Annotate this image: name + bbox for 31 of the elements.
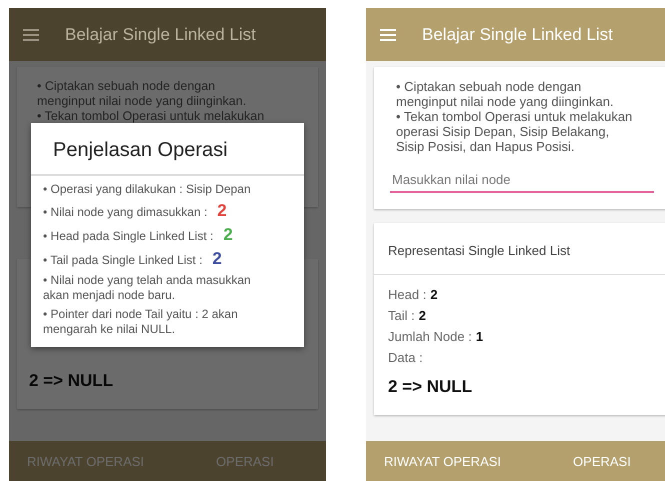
instruction-text: • Ciptakan sebuah node dengan menginput nilai node yang diinginkan. [395,79,615,109]
explanation-text: • Head pada Single Linked List : [43,229,214,244]
stat-value: 2 [418,308,426,323]
instruction-text: • Tekan tombol Operasi untuk melakukan operasi Sisip Depan, Sisip Belakang, Sisip Posisi, dan Hapus Posisi. [395,109,634,154]
instruction-text: • Ciptakan sebuah node dengan menginput nilai node yang diinginkan. [36,79,248,109]
stat-label: Tail : [388,308,415,323]
card-title: Representasi Single Linked List [374,223,665,275]
explanation-text: • Nilai node yang dimasukkan : [43,205,208,220]
menu-icon[interactable] [380,28,396,40]
explanation-text: • Operasi yang dilakukan : Sisip Depan [43,182,252,197]
stat-label: Data : [388,350,423,365]
value-text: 2 [223,225,233,245]
explanation-text: • Tail pada Single Linked List : [43,253,202,268]
explanation-text: • Pointer dari node Tail yaitu : 2 akan mengarah ke nilai NULL. [43,307,239,337]
stat-label: Head : [388,287,426,302]
stat-value: 2 [430,287,438,302]
nav-button[interactable]: RIWAYAT OPERASI [378,450,508,472]
app-title: Belajar Single Linked List [65,24,256,44]
nav-button[interactable]: OPERASI [567,450,637,472]
explanation-text: • Nilai node yang telah anda masukkan akan menjadi node baru. [43,273,252,303]
value-text: 2 [217,201,227,221]
app-title: Belajar Single Linked List [422,24,613,44]
value-text: 2 [212,249,222,269]
list-output: 2 => NULL [388,377,474,397]
dialog-title: Penjelasan Operasi [31,123,304,176]
list-output: 2 => NULL [29,371,114,391]
instruction-text: • Tekan tombol Operasi untuk melakukan [36,109,266,124]
input-field[interactable]: Masukkan nilai node [390,168,654,193]
menu-icon[interactable] [23,28,39,40]
stat-label: Jumlah Node : [388,329,472,344]
stat-value: 1 [476,329,484,344]
